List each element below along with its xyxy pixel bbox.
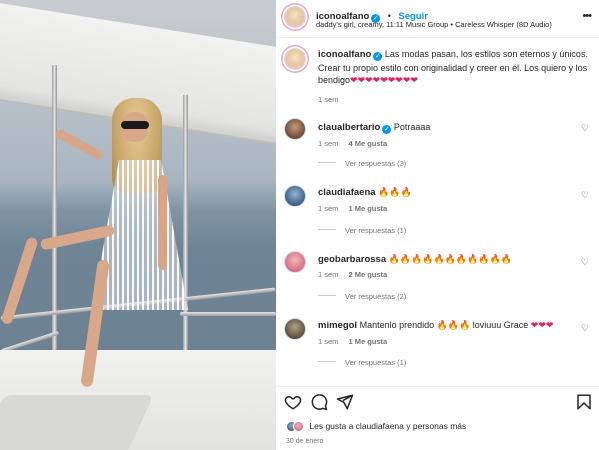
comment-username[interactable]: claualbertario <box>318 122 380 133</box>
comment-like-icon[interactable]: ♡ <box>581 323 589 334</box>
comment-time[interactable]: 1 sem <box>318 337 338 346</box>
verified-icon: ✓ <box>382 125 392 134</box>
view-replies-button[interactable]: Ver respuestas (3) <box>318 159 406 168</box>
comment-text: 🔥🔥🔥 <box>378 187 412 197</box>
comment-meta: 1 sem 1 Me gusta <box>318 337 387 346</box>
caption-meta: 1 sem <box>318 95 348 104</box>
caption-time[interactable]: 1 sem <box>318 95 338 104</box>
caption-avatar[interactable] <box>284 48 306 70</box>
post-date[interactable]: 30 de enero <box>286 438 323 445</box>
comment-time[interactable]: 1 sem <box>318 270 338 279</box>
comment-meta: 1 sem 1 Me gusta <box>318 204 387 213</box>
comment-body: mimegol Mantenlo prendido 🔥🔥🔥 loviuuu Gr… <box>318 319 578 332</box>
comment-avatar[interactable] <box>284 318 306 340</box>
view-replies-button[interactable]: Ver respuestas (1) <box>318 226 406 235</box>
liker-avatar <box>293 421 304 432</box>
view-replies-button[interactable]: Ver respuestas (1) <box>318 358 406 367</box>
post-actions: Les gusta a claudiafaena y personas más … <box>276 386 599 450</box>
comment-meta: 1 sem 4 Me gusta <box>318 139 387 148</box>
comment-text: Potraaaa <box>393 122 431 132</box>
post-header: iconoalfano ✓ • Seguir daddy's girl, crea… <box>276 0 599 38</box>
comment-avatar[interactable] <box>284 251 306 273</box>
comment-likes[interactable]: 1 Me gusta <box>348 204 387 213</box>
heart-icon[interactable] <box>284 393 302 411</box>
likes-text: Les gusta a claudiafaena y personas más <box>309 421 467 431</box>
caption-username[interactable]: iconoalfano <box>318 49 371 60</box>
caption: iconoalfano ✓ Las modas pasan, los estilo… <box>318 48 588 87</box>
comment-username[interactable]: claudiafaena <box>318 187 376 198</box>
comment-username[interactable]: mimegol <box>318 320 357 331</box>
boat-seat <box>0 395 154 450</box>
comment-likes[interactable]: 4 Me gusta <box>348 139 387 148</box>
comment-likes[interactable]: 1 Me gusta <box>348 337 387 346</box>
caption-hearts: ❤❤❤❤❤❤❤❤❤ <box>350 75 418 85</box>
boat-pole-right <box>183 95 188 355</box>
comment-username[interactable]: geobarbarossa <box>318 254 386 265</box>
post-image[interactable] <box>0 0 276 450</box>
comment-time[interactable]: 1 sem <box>318 204 338 213</box>
comment-likes[interactable]: 2 Me gusta <box>348 270 387 279</box>
comment-icon[interactable] <box>310 393 328 411</box>
comment-meta: 1 sem 2 Me gusta <box>318 270 387 279</box>
comment-hearts: ❤❤❤ <box>530 320 554 330</box>
post-side-panel: iconoalfano ✓ • Seguir daddy's girl, crea… <box>276 0 599 450</box>
comment-text: 🔥🔥🔥🔥🔥🔥🔥🔥🔥🔥🔥 <box>388 254 512 264</box>
comment-like-icon[interactable]: ♡ <box>581 190 589 201</box>
comment-like-icon[interactable]: ♡ <box>581 123 589 134</box>
likes-summary[interactable]: Les gusta a claudiafaena y personas más <box>286 421 466 432</box>
boat-rail-right <box>180 312 276 316</box>
comment-time[interactable]: 1 sem <box>318 139 338 148</box>
comment-body: geobarbarossa 🔥🔥🔥🔥🔥🔥🔥🔥🔥🔥🔥 <box>318 253 578 266</box>
boat-pole-left <box>52 65 57 395</box>
author-avatar[interactable] <box>284 6 306 28</box>
bookmark-icon[interactable] <box>575 393 593 411</box>
share-icon[interactable] <box>336 393 354 411</box>
comment-avatar[interactable] <box>284 118 306 140</box>
comment-like-icon[interactable]: ♡ <box>581 257 589 268</box>
comment-body: claudiafaena 🔥🔥🔥 <box>318 186 578 199</box>
verified-icon: ✓ <box>373 52 383 61</box>
comment-text: Mantenlo prendido 🔥🔥🔥 loviuuu Grace <box>359 320 529 330</box>
comment-avatar[interactable] <box>284 185 306 207</box>
more-options-icon[interactable]: ••• <box>582 10 592 22</box>
view-replies-button[interactable]: Ver respuestas (2) <box>318 292 406 301</box>
audio-link[interactable]: daddy's girl, creamy, 11:11 Music Group … <box>316 20 552 29</box>
comment-body: claualbertario ✓ Potraaaa <box>318 121 578 134</box>
